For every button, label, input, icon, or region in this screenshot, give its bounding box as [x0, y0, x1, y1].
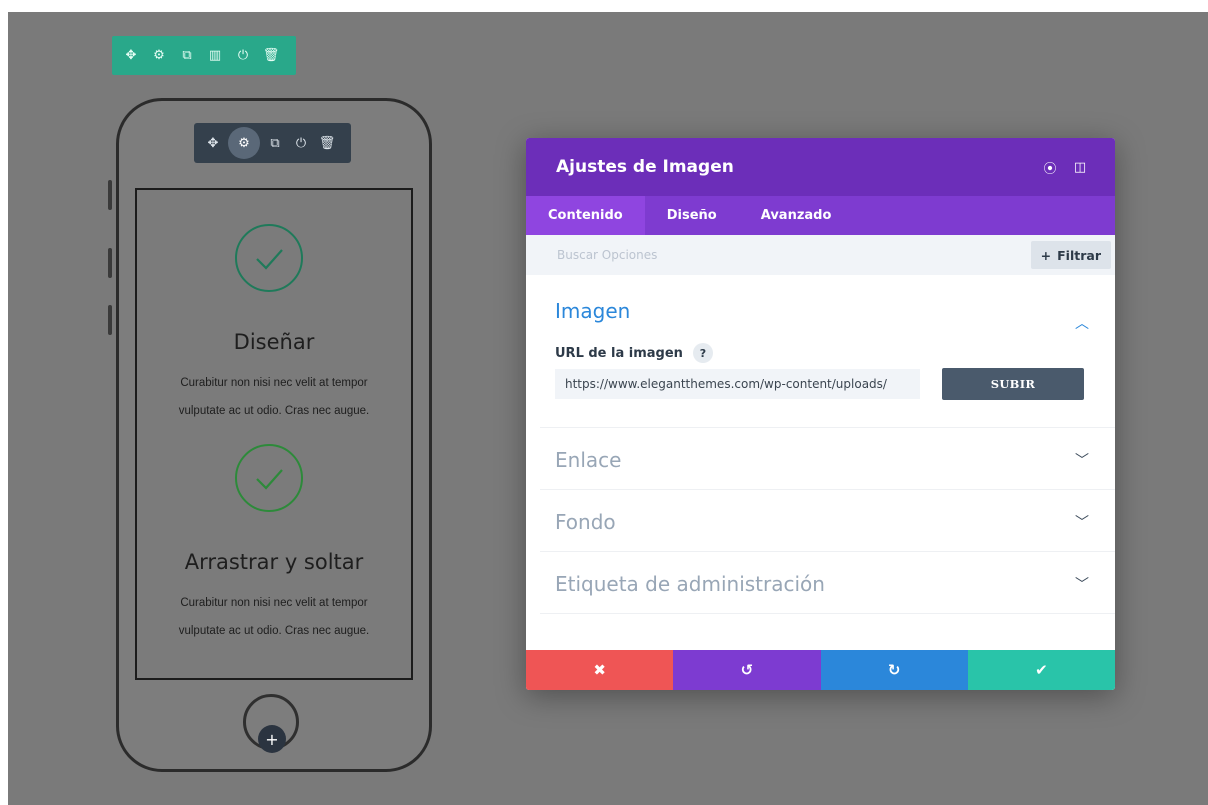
- move-icon[interactable]: ✥: [122, 47, 140, 65]
- search-bar: + Filtrar: [526, 235, 1115, 275]
- filter-label: Filtrar: [1057, 247, 1101, 263]
- filter-button[interactable]: + Filtrar: [1030, 241, 1111, 269]
- section-title[interactable]: Imagen: [540, 299, 630, 323]
- settings-modal: Ajustes de Imagen ⦿ ◫ Contenido Diseño A…: [526, 138, 1115, 690]
- fullscreen-icon[interactable]: ⦿: [1037, 154, 1063, 180]
- module-toolbar: ✥ ⚙ ⧉ ⏻ 🗑: [194, 123, 351, 163]
- undo-button[interactable]: ↺: [673, 650, 821, 690]
- section-enlace[interactable]: Enlace ﹀: [540, 428, 1115, 490]
- phone-side-button: [108, 180, 112, 210]
- field-label-text: URL de la imagen: [555, 345, 683, 361]
- modal-title: Ajustes de Imagen: [556, 157, 734, 177]
- field-label: URL de la imagen ?: [540, 343, 713, 363]
- move-icon[interactable]: ✥: [202, 132, 224, 154]
- trash-icon[interactable]: 🗑: [316, 132, 338, 154]
- section-title[interactable]: Etiqueta de administración: [540, 572, 825, 596]
- duplicate-icon[interactable]: ⧉: [178, 47, 196, 65]
- split-view-icon[interactable]: ◫: [1067, 154, 1093, 180]
- modal-footer: ✖ ↺ ↻ ✔: [526, 650, 1115, 690]
- section-etiqueta[interactable]: Etiqueta de administración ﹀: [540, 552, 1115, 614]
- chevron-down-icon[interactable]: ﹀: [1075, 512, 1089, 532]
- save-button[interactable]: ✔: [967, 650, 1115, 690]
- blurb-text: Curabitur non nisi nec velit at tempor v…: [178, 597, 370, 637]
- blurb-title: Diseñar: [233, 330, 315, 354]
- undo-icon: ↺: [740, 661, 754, 679]
- chevron-up-icon[interactable]: ︿: [1075, 313, 1089, 333]
- tab-avanzado[interactable]: Avanzado: [739, 196, 854, 235]
- section-title[interactable]: Enlace: [540, 448, 621, 472]
- check-circle-icon: [235, 444, 303, 512]
- redo-icon: ↻: [887, 661, 901, 679]
- help-icon[interactable]: ?: [692, 343, 713, 363]
- check-icon: ✔: [1035, 661, 1048, 679]
- section-title[interactable]: Fondo: [540, 510, 616, 534]
- phone-side-button: [108, 248, 112, 278]
- check-circle-icon: [235, 224, 303, 292]
- gear-icon[interactable]: ⚙: [150, 47, 168, 65]
- chevron-down-icon[interactable]: ﹀: [1075, 574, 1089, 594]
- columns-icon[interactable]: ▥: [206, 47, 224, 65]
- redo-button[interactable]: ↻: [820, 650, 968, 690]
- tab-diseno[interactable]: Diseño: [645, 196, 739, 235]
- chevron-down-icon[interactable]: ﹀: [1075, 450, 1089, 470]
- section-imagen: Imagen ︿ URL de la imagen ? SUBIR: [540, 275, 1115, 428]
- section-fondo[interactable]: Fondo ﹀: [540, 490, 1115, 552]
- search-input[interactable]: [555, 247, 979, 263]
- upload-button[interactable]: SUBIR: [942, 368, 1084, 400]
- gear-icon[interactable]: ⚙: [228, 127, 260, 159]
- cancel-button[interactable]: ✖: [526, 650, 674, 690]
- duplicate-icon[interactable]: ⧉: [264, 132, 286, 154]
- modal-tabs: Contenido Diseño Avanzado: [526, 196, 1115, 235]
- power-icon[interactable]: ⏻: [234, 47, 252, 65]
- close-icon: ✖: [593, 661, 606, 679]
- phone-side-button: [108, 305, 112, 335]
- power-icon[interactable]: ⏻: [290, 132, 312, 154]
- tab-contenido[interactable]: Contenido: [526, 196, 645, 235]
- row-toolbar: ✥ ⚙ ⧉ ▥ ⏻ 🗑: [112, 36, 296, 75]
- trash-icon[interactable]: 🗑: [262, 47, 280, 65]
- blurb-title: Arrastrar y soltar: [184, 550, 364, 574]
- image-url-input[interactable]: [555, 369, 920, 399]
- plus-icon: +: [1040, 247, 1052, 263]
- add-module-button[interactable]: +: [258, 725, 286, 753]
- modal-header: Ajustes de Imagen ⦿ ◫: [526, 138, 1115, 196]
- blurb-text: Curabitur non nisi nec velit at tempor v…: [178, 377, 370, 417]
